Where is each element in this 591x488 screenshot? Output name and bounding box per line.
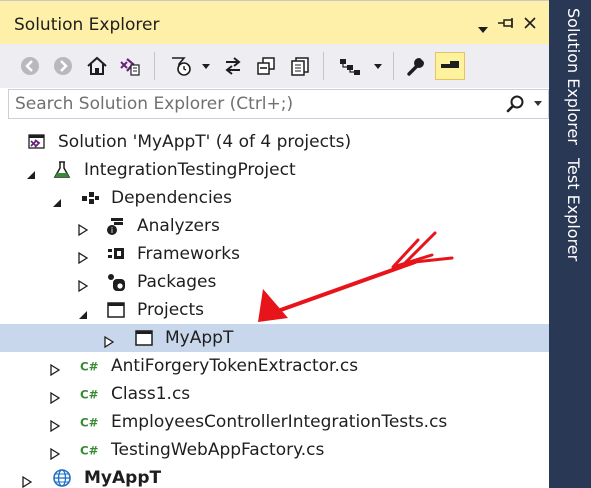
svg-text:C#: C# <box>80 416 99 430</box>
test-project-icon <box>52 160 72 180</box>
csharp-file-icon: C# <box>80 356 100 376</box>
tree-item-projects[interactable]: Projects <box>0 296 549 324</box>
solution-explorer-toolbar <box>0 44 549 88</box>
svg-text:i: i <box>111 226 113 235</box>
view-hierarchy-icon[interactable] <box>336 52 384 80</box>
collapsed-arrow-icon[interactable] <box>50 445 61 461</box>
tree-item-antiforgery-token-extractor[interactable]: C# AntiForgeryTokenExtractor.cs <box>0 352 549 380</box>
tree-item-label: MyAppT <box>165 328 234 348</box>
tree-item-frameworks[interactable]: Frameworks <box>0 240 549 268</box>
tree-item-dependencies[interactable]: Dependencies <box>0 184 549 212</box>
tree-item-label: EmployeesControllerIntegrationTests.cs <box>111 412 448 432</box>
collapsed-arrow-icon[interactable] <box>104 333 115 349</box>
solution-tree: Solution 'MyAppT' (4 of 4 projects) Inte… <box>0 124 549 488</box>
forward-icon[interactable] <box>49 52 77 80</box>
tree-item-myappt-project[interactable]: MyAppT <box>0 464 549 488</box>
collapsed-arrow-icon[interactable] <box>78 221 89 237</box>
collapsed-arrow-icon[interactable] <box>50 361 61 377</box>
expanded-arrow-icon[interactable] <box>52 193 62 207</box>
packages-icon <box>106 272 126 292</box>
tree-item-class1[interactable]: C# Class1.cs <box>0 380 549 408</box>
tree-item-label: Dependencies <box>111 188 232 208</box>
csharp-file-icon: C# <box>80 384 100 404</box>
svg-text:C#: C# <box>80 360 99 374</box>
tree-item-employees-controller-integration-tests[interactable]: C# EmployeesControllerIntegrationTests.c… <box>0 408 549 436</box>
tab-test-explorer[interactable]: Test Explorer <box>557 158 583 261</box>
toolbar-separator <box>323 52 324 80</box>
collapsed-arrow-icon[interactable] <box>50 389 61 405</box>
tree-item-label: IntegrationTestingProject <box>84 160 296 180</box>
toolbar-separator <box>393 52 394 80</box>
collapsed-arrow-icon[interactable] <box>50 417 61 433</box>
tree-item-label: Class1.cs <box>111 384 191 404</box>
expanded-arrow-icon[interactable] <box>26 165 36 179</box>
vs-switch-views-icon[interactable] <box>115 52 143 80</box>
expanded-arrow-icon[interactable] <box>78 305 88 319</box>
tree-item-label: Packages <box>137 272 217 292</box>
svg-text:C#: C# <box>80 444 99 458</box>
tree-item-myappt-reference[interactable]: MyAppT <box>0 324 549 352</box>
csharp-file-icon: C# <box>80 412 100 432</box>
analyzers-icon: i <box>106 216 126 236</box>
search-input[interactable] <box>15 93 495 115</box>
tree-item-integration-testing-project[interactable]: IntegrationTestingProject <box>0 156 549 184</box>
tree-item-label: Analyzers <box>137 216 220 236</box>
show-all-files-icon[interactable] <box>286 52 314 80</box>
back-icon[interactable] <box>16 52 44 80</box>
tree-item-label: Solution 'MyAppT' (4 of 4 projects) <box>58 132 352 152</box>
web-project-icon <box>52 468 72 488</box>
tree-item-solution[interactable]: Solution 'MyAppT' (4 of 4 projects) <box>0 128 549 156</box>
collapsed-arrow-icon[interactable] <box>22 473 33 488</box>
tree-item-packages[interactable]: Packages <box>0 268 549 296</box>
solution-icon <box>26 132 46 152</box>
tool-window-title-bar: Solution Explorer <box>0 0 549 44</box>
tree-item-label: MyAppT <box>84 468 162 488</box>
dropdown-icon[interactable] <box>478 19 488 37</box>
tree-item-label: Frameworks <box>137 244 240 264</box>
csharp-file-icon: C# <box>80 440 100 460</box>
home-icon[interactable] <box>83 52 111 80</box>
close-icon[interactable] <box>524 15 536 33</box>
pin-icon[interactable] <box>498 16 514 34</box>
tree-item-testing-web-app-factory[interactable]: C# TestingWebAppFactory.cs <box>0 436 549 464</box>
tree-item-analyzers[interactable]: i Analyzers <box>0 212 549 240</box>
projects-icon <box>106 300 126 320</box>
project-reference-icon <box>134 328 154 348</box>
tree-item-label: TestingWebAppFactory.cs <box>111 440 325 460</box>
docked-tool-windows-strip: Solution Explorer Test Explorer <box>549 0 591 488</box>
collapsed-arrow-icon[interactable] <box>78 277 89 293</box>
toolbar-separator <box>154 52 155 80</box>
frameworks-icon <box>106 244 126 264</box>
search-icon[interactable] <box>506 94 526 118</box>
tree-item-label: Projects <box>137 300 205 320</box>
collapse-all-icon[interactable] <box>252 52 280 80</box>
sync-icon[interactable] <box>219 52 247 80</box>
tree-item-label: AntiForgeryTokenExtractor.cs <box>111 356 359 376</box>
svg-text:C#: C# <box>80 388 99 402</box>
search-box <box>8 89 549 119</box>
search-options-dropdown-icon[interactable] <box>534 101 542 106</box>
collapsed-arrow-icon[interactable] <box>78 249 89 265</box>
tab-solution-explorer[interactable]: Solution Explorer <box>557 8 583 145</box>
pending-changes-filter-icon[interactable] <box>168 52 212 80</box>
preview-selected-icon[interactable] <box>435 52 465 80</box>
dependencies-icon <box>80 188 100 208</box>
solution-explorer-window: { "window": { "title": "Solution Explore… <box>0 0 591 488</box>
properties-wrench-icon[interactable] <box>402 52 430 80</box>
window-title: Solution Explorer <box>14 15 160 35</box>
